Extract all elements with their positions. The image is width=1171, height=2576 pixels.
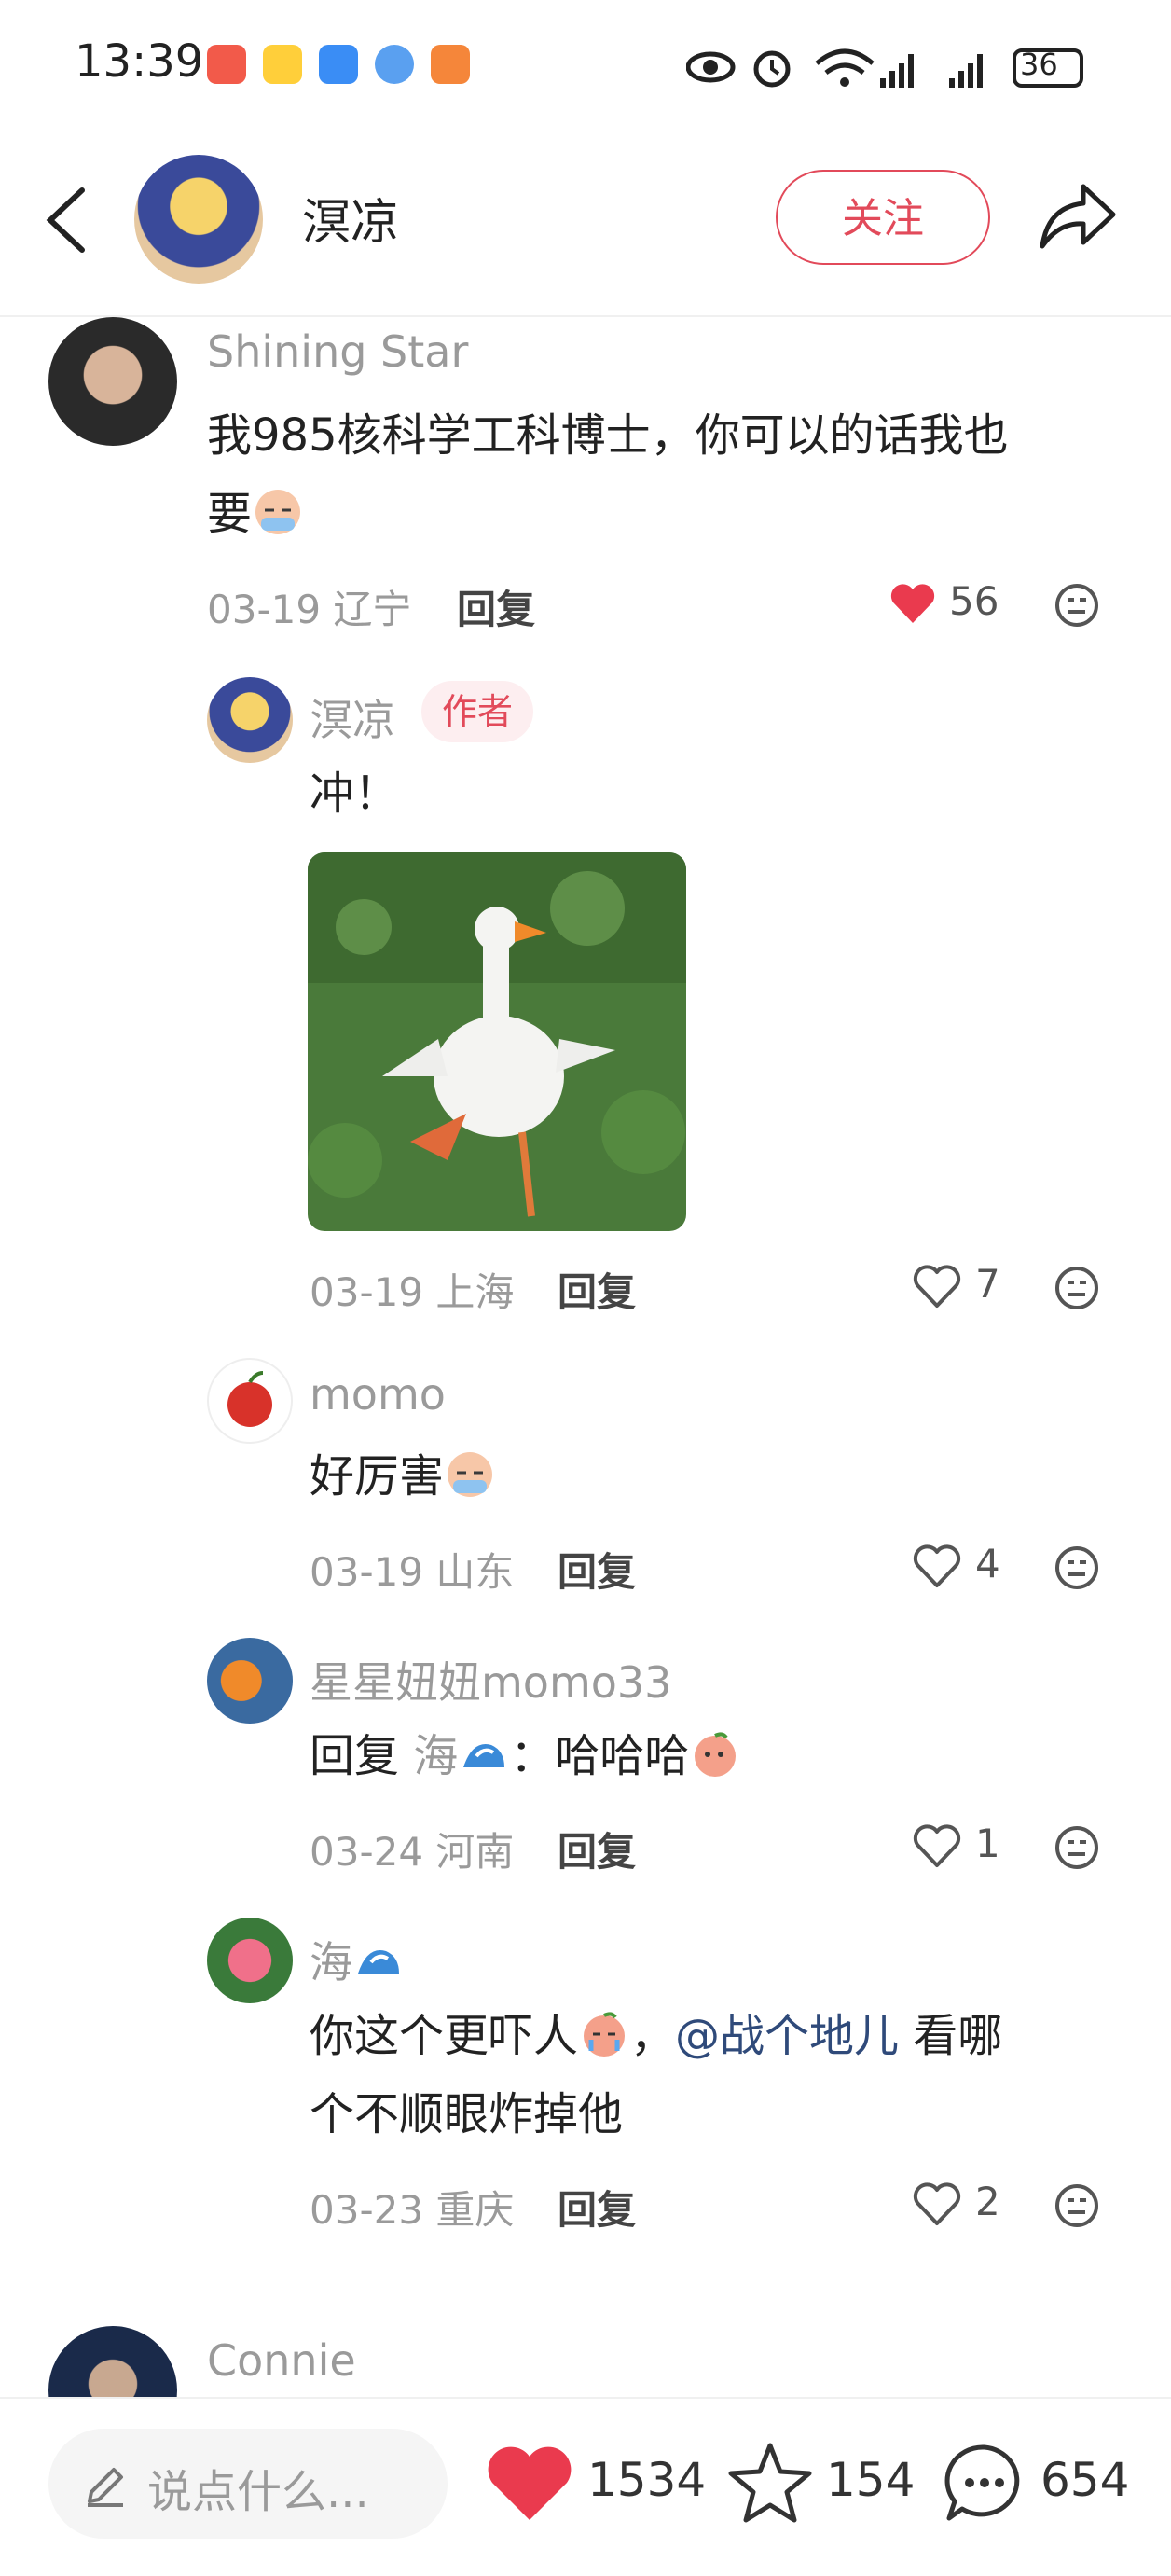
- emoji-react-icon[interactable]: [1054, 582, 1100, 629]
- like-count: 2: [975, 2179, 1000, 2224]
- wave-emoji-icon: [463, 1744, 505, 1767]
- comment-text: 冲！: [310, 768, 400, 820]
- commenter-avatar[interactable]: [48, 317, 177, 446]
- eye-icon: [686, 51, 736, 83]
- comment-date: 03-19 上海: [310, 1269, 515, 1315]
- author-name[interactable]: 溟凉: [302, 183, 399, 253]
- reply-button[interactable]: 回复: [558, 1261, 636, 1318]
- reply-button[interactable]: 回复: [558, 1541, 636, 1598]
- commenter-avatar[interactable]: [207, 1638, 293, 1724]
- apple-icon: [227, 1371, 272, 1427]
- heart-filled-icon[interactable]: [485, 2442, 574, 2524]
- comment-date: 03-23 重庆: [310, 2187, 515, 2233]
- comment-text: 你这个更吓人 ，@战个地儿 看哪: [310, 2010, 1003, 2062]
- star-icon[interactable]: [727, 2440, 813, 2526]
- like-count: 4: [975, 1541, 1000, 1586]
- comment-text: 回复 海：哈哈哈: [310, 1716, 741, 1796]
- reply-button[interactable]: 回复: [558, 2179, 636, 2236]
- commenter-avatar[interactable]: [207, 1918, 293, 2003]
- comment-text: 我985核科学工科博士，你可以的话我也: [207, 409, 1009, 462]
- alarm-icon: [753, 50, 791, 88]
- comment-text: 好厉害: [310, 1436, 496, 1517]
- status-bar: 13:39 36: [0, 0, 1171, 131]
- reply-button[interactable]: 回复: [457, 578, 535, 635]
- globe-icon: [375, 45, 414, 84]
- comment-date: 03-19 山东: [310, 1549, 515, 1595]
- emoji-react-icon[interactable]: [1054, 1265, 1100, 1311]
- weibo-icon: [263, 45, 302, 84]
- reply-button[interactable]: 回复: [558, 1821, 636, 1877]
- peach-emoji-icon: [695, 1732, 737, 1777]
- post-star-count: 154: [826, 2453, 916, 2507]
- heart-outline-icon[interactable]: [912, 2181, 962, 2227]
- share-icon[interactable]: [1035, 179, 1119, 254]
- battery-level: 36: [1020, 47, 1058, 82]
- comment-input[interactable]: 说点什么...: [48, 2429, 448, 2539]
- heart-filled-icon[interactable]: [888, 580, 938, 627]
- like-count: 1: [975, 1821, 1000, 1866]
- author-badge: 作者: [421, 681, 534, 742]
- comment-date: 03-24 河南: [310, 1829, 515, 1875]
- comment-text-line2: 要: [207, 474, 304, 554]
- commenter-avatar[interactable]: [207, 1358, 293, 1444]
- app-icon: [431, 45, 470, 84]
- reply-to-name: 海: [413, 1730, 459, 1782]
- app-icon: [207, 45, 246, 84]
- crying-emoji-icon: [255, 490, 301, 534]
- heart-outline-icon[interactable]: [912, 1822, 962, 1869]
- follow-button[interactable]: 关注: [776, 170, 990, 265]
- like-count: 7: [975, 1261, 1000, 1307]
- status-time: 13:39: [75, 35, 204, 88]
- commenter-name[interactable]: 溟凉: [310, 686, 395, 748]
- signal-icon: [949, 54, 983, 88]
- back-icon[interactable]: [41, 183, 93, 257]
- comment-date: 03-19 辽宁: [207, 587, 412, 632]
- goose-image[interactable]: [308, 852, 686, 1231]
- emoji-react-icon[interactable]: [1054, 2182, 1100, 2229]
- commenter-name[interactable]: momo: [310, 1369, 446, 1420]
- author-avatar[interactable]: [134, 155, 263, 284]
- signal-icon: [880, 54, 914, 88]
- mention-link[interactable]: @战个地儿: [675, 2010, 899, 2062]
- post-comment-count: 654: [1040, 2453, 1130, 2507]
- crying-emoji-icon: [584, 2012, 626, 2057]
- emoji-react-icon[interactable]: [1054, 1824, 1100, 1871]
- heart-outline-icon[interactable]: [912, 1543, 962, 1589]
- pencil-icon: [88, 2468, 123, 2507]
- crying-emoji-icon: [448, 1452, 493, 1497]
- comment-bubble-icon[interactable]: [942, 2440, 1027, 2526]
- commenter-name[interactable]: Connie: [207, 2335, 356, 2386]
- author-avatar[interactable]: [207, 677, 293, 763]
- wifi-icon: [815, 48, 875, 87]
- comment-text-line2: 个不顺眼炸掉他: [310, 2088, 624, 2140]
- emoji-react-icon[interactable]: [1054, 1544, 1100, 1591]
- commenter-name[interactable]: 星星妞妞momo33: [310, 1649, 671, 1710]
- post-like-count: 1534: [587, 2453, 707, 2507]
- commenter-name[interactable]: Shining Star: [207, 326, 468, 377]
- like-count: 56: [949, 578, 999, 624]
- cloud-icon: [319, 45, 358, 84]
- input-placeholder: 说点什么...: [147, 2466, 369, 2518]
- wave-emoji-icon: [358, 1950, 399, 1974]
- commenter-name[interactable]: 海: [310, 1929, 405, 1990]
- heart-outline-icon[interactable]: [912, 1263, 962, 1309]
